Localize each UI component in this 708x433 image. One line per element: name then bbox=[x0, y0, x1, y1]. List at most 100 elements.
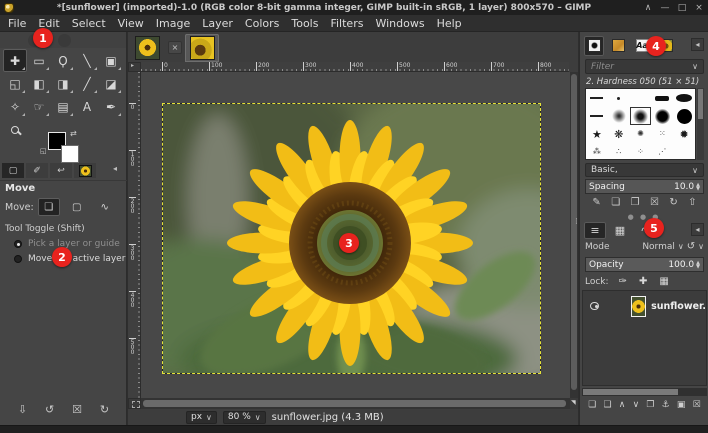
brush-swatch-5[interactable] bbox=[586, 107, 608, 125]
brush-swatch-4[interactable] bbox=[673, 89, 695, 107]
dock-resize-handle[interactable]: ⁞ bbox=[575, 217, 577, 227]
menu-item-tools[interactable]: Tools bbox=[285, 16, 324, 31]
tab-images[interactable] bbox=[74, 163, 96, 178]
reset-tool-options-button[interactable]: ↻ bbox=[100, 403, 109, 416]
bucket-fill-tool-icon[interactable]: ◧ bbox=[27, 72, 51, 95]
menu-item-image[interactable]: Image bbox=[150, 16, 196, 31]
layer-visibility-eye-icon[interactable] bbox=[590, 302, 599, 310]
raise-layer-button[interactable]: ∧ bbox=[619, 400, 626, 410]
duplicate-brush-button[interactable]: ❐ bbox=[631, 197, 640, 208]
dockable-menu-arrow-icon[interactable]: ◂ bbox=[691, 38, 704, 51]
shade-window-button[interactable]: ∧ bbox=[643, 3, 653, 13]
menu-item-help[interactable]: Help bbox=[431, 16, 468, 31]
swap-colors-icon[interactable]: ⇄ bbox=[70, 129, 77, 138]
menu-item-view[interactable]: View bbox=[112, 16, 150, 31]
opacity-spinner[interactable]: ▲▼ bbox=[696, 261, 700, 269]
brush-swatch-11[interactable]: ❋ bbox=[608, 125, 630, 143]
vertical-scrollbar-thumb[interactable] bbox=[571, 74, 577, 390]
maximize-button[interactable]: □ bbox=[677, 3, 687, 13]
save-tool-preset-button[interactable]: ⇩ bbox=[18, 403, 27, 416]
menu-item-select[interactable]: Select bbox=[66, 16, 112, 31]
toolbox-drag-area[interactable] bbox=[0, 32, 126, 48]
vertical-scrollbar[interactable] bbox=[570, 72, 578, 398]
smudge-tool-icon[interactable]: ☞ bbox=[27, 95, 51, 118]
brush-swatch-13[interactable]: ⁙ bbox=[651, 125, 673, 143]
brush-swatch-18[interactable]: ⋰ bbox=[651, 143, 673, 161]
ruler-origin-button[interactable] bbox=[128, 62, 141, 72]
move-path-mode-icon[interactable]: ∿ bbox=[94, 198, 116, 216]
dockable-menu-arrow-icon[interactable]: ◂ bbox=[113, 164, 117, 173]
tab-device-status[interactable]: ✐ bbox=[26, 163, 48, 178]
transform-tool-icon[interactable]: ◱ bbox=[3, 72, 27, 95]
radio-icon[interactable] bbox=[14, 240, 22, 248]
tab-tool-options[interactable]: ▢ bbox=[2, 163, 24, 178]
layer-name[interactable]: sunflower. bbox=[651, 301, 706, 312]
lock-alpha-icon[interactable]: ▦ bbox=[659, 276, 668, 287]
brush-swatch-10[interactable]: ★ bbox=[586, 125, 608, 143]
chevron-down-icon[interactable]: ∨ bbox=[678, 242, 684, 251]
tab-brushes[interactable] bbox=[584, 36, 604, 56]
paintbrush-tool-icon[interactable]: ╱ bbox=[75, 72, 99, 95]
free-select-tool-icon[interactable]: Ϙ bbox=[51, 49, 75, 72]
menu-item-windows[interactable]: Windows bbox=[369, 16, 430, 31]
close-image-button[interactable]: × bbox=[168, 41, 182, 54]
image-tab-sunflower[interactable] bbox=[130, 34, 164, 62]
rectangle-select-tool-icon[interactable]: ▭ bbox=[27, 49, 51, 72]
eraser-tool-icon[interactable]: ◪ bbox=[99, 72, 123, 95]
horizontal-ruler[interactable]: 0100200300400500600700800 bbox=[141, 62, 569, 72]
menu-item-colors[interactable]: Colors bbox=[239, 16, 285, 31]
layer-list-scrollbar[interactable] bbox=[582, 388, 707, 396]
refresh-brushes-button[interactable]: ↻ bbox=[669, 197, 677, 208]
delete-layer-button[interactable]: ☒ bbox=[693, 400, 701, 410]
brush-grid[interactable]: ★❋✺⁙✹⁂∴⁘⋰ bbox=[585, 88, 696, 160]
lock-position-icon[interactable]: ✚ bbox=[639, 276, 647, 287]
brush-swatch-16[interactable]: ∴ bbox=[608, 143, 630, 161]
delete-brush-button[interactable]: ☒ bbox=[650, 197, 659, 208]
edit-brush-button[interactable]: ✎ bbox=[592, 197, 600, 208]
ink-tool-icon[interactable]: ✒ bbox=[99, 95, 123, 118]
vertical-ruler[interactable]: 0100200300400500 bbox=[128, 72, 141, 398]
close-button[interactable]: × bbox=[694, 3, 704, 13]
unit-select[interactable]: px ∨ bbox=[186, 411, 217, 424]
layer-list[interactable]: sunflower. bbox=[582, 290, 707, 386]
scrollbar-thumb[interactable] bbox=[583, 389, 678, 395]
horizontal-scrollbar-thumb[interactable] bbox=[143, 400, 566, 407]
delete-tool-preset-button[interactable]: ☒ bbox=[72, 403, 82, 416]
fuzzy-select-tool-icon[interactable]: ╲ bbox=[75, 49, 99, 72]
menu-item-layer[interactable]: Layer bbox=[196, 16, 239, 31]
brush-grid-scrollbar[interactable] bbox=[697, 88, 704, 160]
new-layer-group-button[interactable]: ❑ bbox=[603, 400, 611, 410]
brush-swatch-15[interactable]: ⁂ bbox=[586, 143, 608, 161]
text-tool-icon[interactable]: A bbox=[75, 95, 99, 118]
brush-swatch-8[interactable] bbox=[651, 107, 673, 125]
crop-tool-icon[interactable]: ▣ bbox=[99, 49, 123, 72]
mode-switch-icon[interactable]: ↺ bbox=[687, 241, 695, 252]
anchor-layer-button[interactable]: ⚓ bbox=[662, 400, 670, 410]
move-selection-mode-icon[interactable]: ▢ bbox=[66, 198, 88, 216]
minimize-button[interactable]: — bbox=[660, 3, 670, 13]
zoom-tool-icon[interactable] bbox=[3, 118, 27, 141]
brush-swatch-12[interactable]: ✺ bbox=[630, 125, 652, 143]
titlebar[interactable]: *[sunflower] (imported)-1.0 (RGB color 8… bbox=[0, 0, 708, 15]
spacing-slider[interactable]: Spacing 10.0 ▲▼ bbox=[585, 179, 704, 194]
restore-tool-preset-button[interactable]: ↺ bbox=[45, 403, 54, 416]
clone-tool-icon[interactable]: ▤ bbox=[51, 95, 75, 118]
move-layer-mode-icon[interactable]: ❏ bbox=[38, 198, 60, 216]
tab-channels[interactable]: ▦ bbox=[609, 222, 631, 239]
lower-layer-button[interactable]: ∨ bbox=[633, 400, 640, 410]
move-tool-icon[interactable]: ✚ bbox=[3, 49, 27, 72]
image-tab-closeup[interactable] bbox=[185, 34, 219, 62]
scrollbar-thumb[interactable] bbox=[698, 89, 703, 119]
brush-category-select[interactable]: Basic, ∨ bbox=[585, 163, 704, 177]
zoom-select[interactable]: 80 % ∨ bbox=[223, 411, 266, 424]
brush-swatch-0[interactable] bbox=[586, 89, 608, 107]
background-color-swatch[interactable] bbox=[61, 145, 79, 163]
brush-swatch-3[interactable] bbox=[651, 89, 673, 107]
open-brush-as-image-button[interactable]: ⇧ bbox=[688, 197, 696, 208]
lock-pixels-icon[interactable]: ✑ bbox=[619, 276, 627, 287]
merge-layer-button[interactable]: ▣ bbox=[677, 400, 686, 410]
tab-undo-history[interactable]: ↩ bbox=[50, 163, 72, 178]
mode-value[interactable]: Normal bbox=[642, 242, 675, 252]
layer-thumbnail[interactable] bbox=[631, 296, 647, 317]
brush-swatch-19[interactable] bbox=[673, 143, 695, 161]
